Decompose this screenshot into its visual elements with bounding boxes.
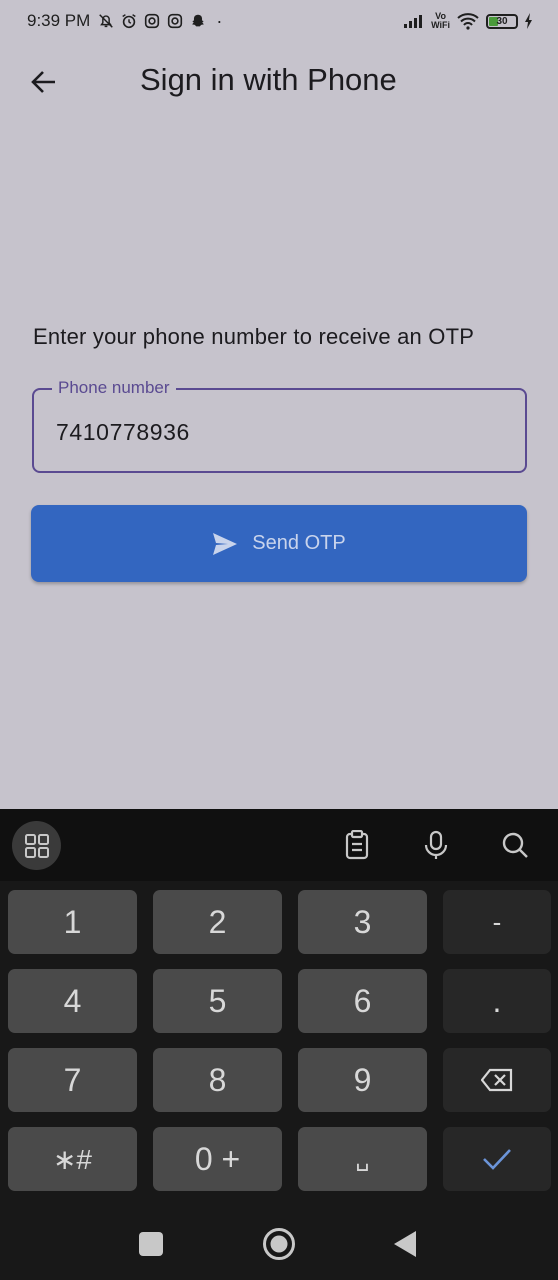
instagram-icon xyxy=(145,13,160,29)
search-icon xyxy=(502,832,528,858)
clipboard-button[interactable] xyxy=(341,829,373,861)
key-6[interactable]: 6 xyxy=(298,969,427,1033)
send-otp-button[interactable]: Send OTP xyxy=(31,505,527,582)
status-time: 9:39 PM xyxy=(27,11,91,30)
backspace-key[interactable] xyxy=(443,1048,551,1112)
keyboard-toolbar xyxy=(0,809,558,881)
page-title: Sign in with Phone xyxy=(140,62,397,97)
key-0-plus[interactable]: 0 + xyxy=(153,1127,282,1191)
grid-icon xyxy=(24,833,49,858)
vowifi-indicator: Vo WiFi xyxy=(431,11,450,30)
clipboard-icon xyxy=(345,830,369,860)
signal-icon xyxy=(404,15,423,28)
key-3[interactable]: 3 xyxy=(298,890,427,954)
keyboard-apps-button[interactable] xyxy=(12,821,61,870)
arrow-left-icon xyxy=(31,71,55,93)
bell-off-icon xyxy=(99,14,114,28)
alarm-icon xyxy=(122,14,137,29)
status-bar: 9:39 PM · Vo WiFi 30 xyxy=(0,0,558,42)
triangle-back-icon xyxy=(394,1231,416,1257)
done-key[interactable] xyxy=(443,1127,551,1191)
key-minus[interactable]: - xyxy=(443,890,551,954)
home-circle-icon xyxy=(263,1228,295,1260)
microphone-icon xyxy=(424,830,448,859)
home-button[interactable] xyxy=(262,1227,296,1261)
instagram-icon xyxy=(168,13,183,29)
back-button[interactable] xyxy=(24,62,64,102)
battery-icon: 30 xyxy=(486,13,518,29)
checkmark-icon xyxy=(483,1149,511,1170)
back-nav-button[interactable] xyxy=(388,1227,422,1261)
backspace-icon xyxy=(481,1068,513,1092)
key-2[interactable]: 2 xyxy=(153,890,282,954)
space-key[interactable]: ␣ xyxy=(298,1127,427,1191)
snapchat-icon xyxy=(192,14,205,27)
key-1[interactable]: 1 xyxy=(8,890,137,954)
app-bar: Sign in with Phone xyxy=(0,50,558,112)
instruction-text: Enter your phone number to receive an OT… xyxy=(33,324,475,349)
phone-number-input[interactable] xyxy=(56,414,496,450)
wifi-icon xyxy=(457,13,479,30)
notification-dot: · xyxy=(216,10,223,31)
send-icon xyxy=(213,532,238,555)
phone-number-field[interactable]: Phone number xyxy=(32,378,527,473)
navigation-bar xyxy=(0,1209,558,1280)
key-period[interactable]: . xyxy=(443,969,551,1033)
recents-button[interactable] xyxy=(134,1227,168,1261)
square-icon xyxy=(139,1232,163,1256)
numeric-keyboard: 1 2 3 - 4 5 6 . 7 8 9 ∗# 0 + ␣ xyxy=(0,809,558,1280)
charging-icon xyxy=(525,13,532,29)
microphone-button[interactable] xyxy=(420,829,452,861)
key-8[interactable]: 8 xyxy=(153,1048,282,1112)
search-button[interactable] xyxy=(499,829,531,861)
key-7[interactable]: 7 xyxy=(8,1048,137,1112)
key-9[interactable]: 9 xyxy=(298,1048,427,1112)
key-4[interactable]: 4 xyxy=(8,969,137,1033)
key-star-hash[interactable]: ∗# xyxy=(8,1127,137,1191)
send-otp-label: Send OTP xyxy=(252,532,346,554)
phone-number-label: Phone number xyxy=(52,378,176,398)
key-5[interactable]: 5 xyxy=(153,969,282,1033)
